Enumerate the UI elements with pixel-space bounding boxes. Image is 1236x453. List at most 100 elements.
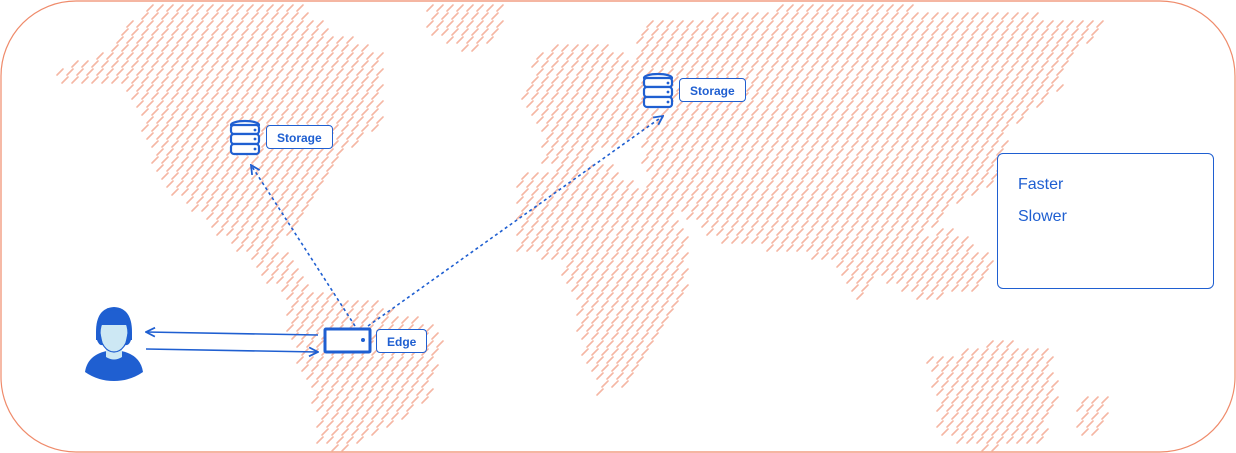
- map-dash: [751, 108, 759, 116]
- map-dash: [376, 52, 384, 60]
- map-dash: [981, 12, 989, 20]
- map-dash: [56, 68, 64, 76]
- map-dash: [571, 204, 579, 212]
- map-dash: [156, 68, 164, 76]
- map-dash: [236, 20, 244, 28]
- map-dash: [316, 36, 324, 44]
- map-dash: [261, 108, 269, 116]
- map-dash: [591, 140, 599, 148]
- map-dash: [691, 204, 699, 212]
- map-dash: [316, 116, 324, 124]
- map-dash: [1021, 348, 1029, 356]
- map-dash: [861, 284, 869, 292]
- map-dash: [591, 236, 599, 244]
- map-dash: [436, 340, 444, 348]
- map-dash: [296, 20, 304, 28]
- map-dash: [866, 132, 874, 140]
- map-dash: [701, 108, 709, 116]
- map-dash: [631, 300, 639, 308]
- map-dash: [581, 204, 589, 212]
- map-dash: [256, 196, 264, 204]
- map-dash: [286, 212, 294, 220]
- map-dash: [1101, 396, 1109, 404]
- map-dash: [926, 260, 934, 268]
- map-dash: [911, 28, 919, 36]
- map-dash: [821, 156, 829, 164]
- map-dash: [651, 236, 659, 244]
- map-dash: [866, 20, 874, 28]
- map-dash: [721, 44, 729, 52]
- map-dash: [651, 108, 659, 116]
- map-dash: [751, 156, 759, 164]
- map-dash: [891, 220, 899, 228]
- map-dash: [196, 180, 204, 188]
- map-dash: [541, 252, 549, 260]
- map-dash: [361, 108, 369, 116]
- map-dash: [761, 188, 769, 196]
- map-dash: [311, 92, 319, 100]
- map-dash: [391, 316, 399, 324]
- map-dash: [111, 60, 119, 68]
- map-dash: [641, 332, 649, 340]
- map-dash: [841, 60, 849, 68]
- map-dash: [286, 196, 294, 204]
- map-dash: [1011, 60, 1019, 68]
- map-dash: [851, 284, 859, 292]
- map-dash: [806, 100, 814, 108]
- map-dash: [166, 148, 174, 156]
- map-dash: [556, 180, 564, 188]
- map-dash: [826, 244, 834, 252]
- map-dash: [436, 20, 444, 28]
- map-dash: [901, 284, 909, 292]
- map-dash: [601, 364, 609, 372]
- map-dash: [896, 100, 904, 108]
- map-dash: [126, 68, 134, 76]
- map-dash: [266, 100, 274, 108]
- map-dash: [536, 180, 544, 188]
- map-dash: [661, 156, 669, 164]
- map-dash: [656, 164, 664, 172]
- map-dash: [981, 412, 989, 420]
- map-dash: [641, 284, 649, 292]
- map-dash: [911, 12, 919, 20]
- map-dash: [961, 252, 969, 260]
- map-dash: [981, 444, 989, 452]
- map-dash: [226, 180, 234, 188]
- legend: Faster Slower: [997, 153, 1214, 289]
- map-dash: [971, 28, 979, 36]
- map-dash: [221, 220, 229, 228]
- map-dash: [856, 4, 864, 12]
- user-to-edge-arrow: [145, 349, 318, 352]
- map-dash: [651, 268, 659, 276]
- map-dash: [611, 364, 619, 372]
- map-dash: [681, 108, 689, 116]
- map-dash: [811, 188, 819, 196]
- map-dash: [291, 220, 299, 228]
- map-dash: [251, 220, 259, 228]
- legend-item-slower: Slower: [1018, 208, 1086, 226]
- map-dash: [1016, 404, 1024, 412]
- map-dash: [776, 116, 784, 124]
- map-dash: [1016, 52, 1024, 60]
- map-dash: [971, 124, 979, 132]
- map-dash: [636, 68, 644, 76]
- map-dash: [591, 44, 599, 52]
- map-dash: [856, 260, 864, 268]
- map-dash: [831, 12, 839, 20]
- map-dash: [191, 92, 199, 100]
- map-dash: [876, 4, 884, 12]
- map-dash: [141, 28, 149, 36]
- map-dash: [841, 188, 849, 196]
- map-dash: [811, 28, 819, 36]
- map-dash: [146, 68, 154, 76]
- map-dash: [426, 4, 434, 12]
- map-dash: [751, 60, 759, 68]
- map-dash: [741, 188, 749, 196]
- map-dash: [606, 292, 614, 300]
- map-dash: [831, 252, 839, 260]
- map-dash: [936, 212, 944, 220]
- map-dash: [836, 132, 844, 140]
- map-dash: [456, 36, 464, 44]
- map-dash: [331, 364, 339, 372]
- map-dash: [1036, 420, 1044, 428]
